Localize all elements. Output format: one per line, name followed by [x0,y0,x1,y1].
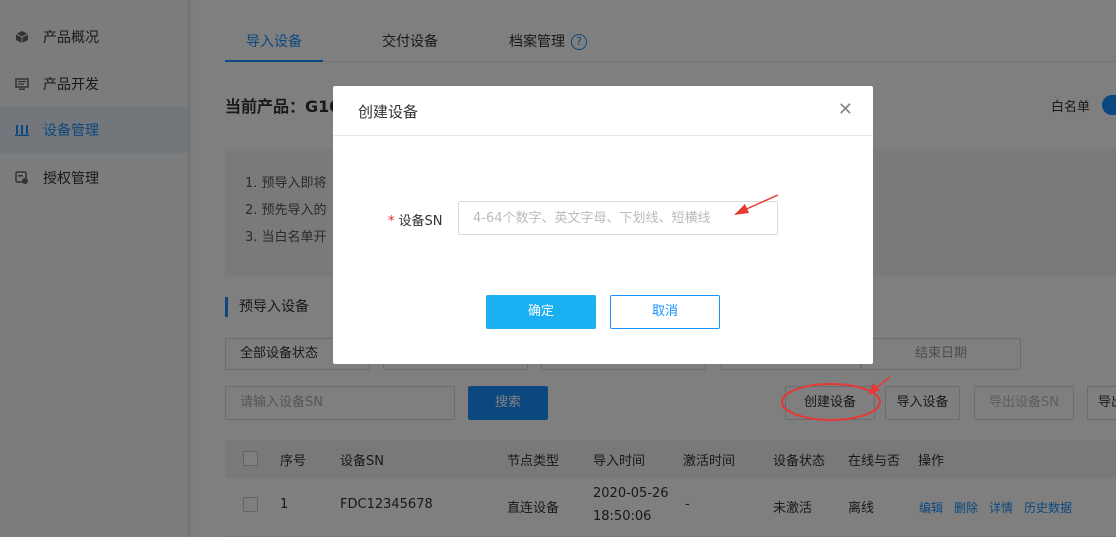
create-device-dialog: 创建设备 ✕ *设备SN 确定 取消 [333,86,873,364]
required-mark: * [388,214,395,229]
device-sn-label: * 设备SN [388,214,443,229]
device-sn-input[interactable] [458,201,778,235]
cancel-button[interactable]: 取消 [610,295,720,329]
modal-header: 创建设备 ✕ [333,86,873,136]
close-icon[interactable]: ✕ [838,100,853,120]
confirm-button[interactable]: 确定 [486,295,596,329]
modal-title: 创建设备 [358,103,419,121]
